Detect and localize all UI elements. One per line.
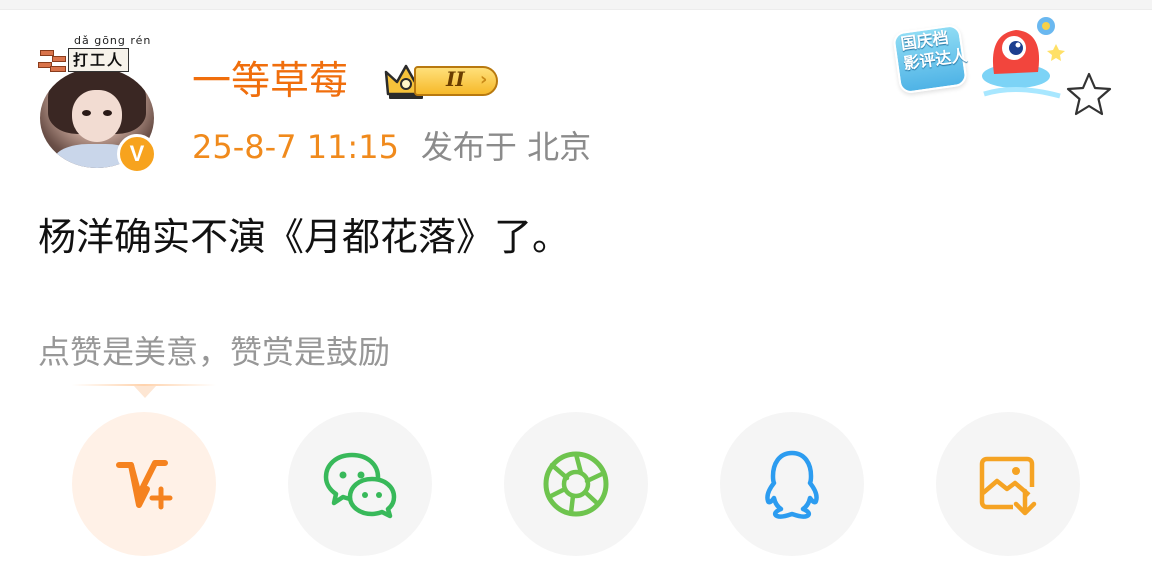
hint-caret-icon bbox=[134, 386, 156, 398]
favorite-star-button[interactable] bbox=[1062, 68, 1116, 122]
moments-icon bbox=[543, 451, 609, 517]
verified-badge-icon: V bbox=[117, 134, 157, 174]
star-icon bbox=[1066, 72, 1112, 116]
share-moments-button[interactable] bbox=[504, 412, 648, 556]
wechat-icon bbox=[323, 452, 397, 519]
promo-badge[interactable]: 国庆档 影评达人 bbox=[892, 14, 1072, 106]
pendant-pinyin: dǎ gōng rén bbox=[74, 34, 152, 47]
post-location: 发布于 北京 bbox=[420, 128, 592, 166]
post-meta: 25-8-7 11:15 发布于 北京 bbox=[192, 126, 591, 168]
post-content: 杨洋确实不演《月都花落》了。 bbox=[38, 215, 571, 259]
v-plus-icon bbox=[116, 460, 173, 510]
top-divider bbox=[0, 0, 1152, 10]
share-save-image-button[interactable] bbox=[936, 412, 1080, 556]
share-v-plus-button[interactable] bbox=[72, 412, 216, 556]
brick-icon bbox=[38, 50, 68, 72]
post-timestamp: 25-8-7 11:15 bbox=[192, 128, 399, 166]
share-qq-button[interactable] bbox=[720, 412, 864, 556]
qq-icon bbox=[765, 450, 819, 519]
username[interactable]: 一等草莓 bbox=[192, 56, 348, 108]
reward-hint: 点赞是美意，赞赏是鼓励 bbox=[38, 333, 391, 371]
chevron-right-icon: › bbox=[480, 69, 488, 90]
vip-badge[interactable]: II › bbox=[384, 60, 502, 104]
share-wechat-button[interactable] bbox=[288, 412, 432, 556]
share-bar bbox=[0, 412, 1152, 558]
mascot-icon bbox=[982, 17, 1065, 99]
vip-level: II bbox=[446, 67, 465, 91]
pendant-text: 打工人 bbox=[68, 48, 130, 72]
save-image-icon bbox=[979, 456, 1037, 516]
avatar-pendant-tag: dǎ gōng rén 打工人 bbox=[38, 34, 156, 76]
